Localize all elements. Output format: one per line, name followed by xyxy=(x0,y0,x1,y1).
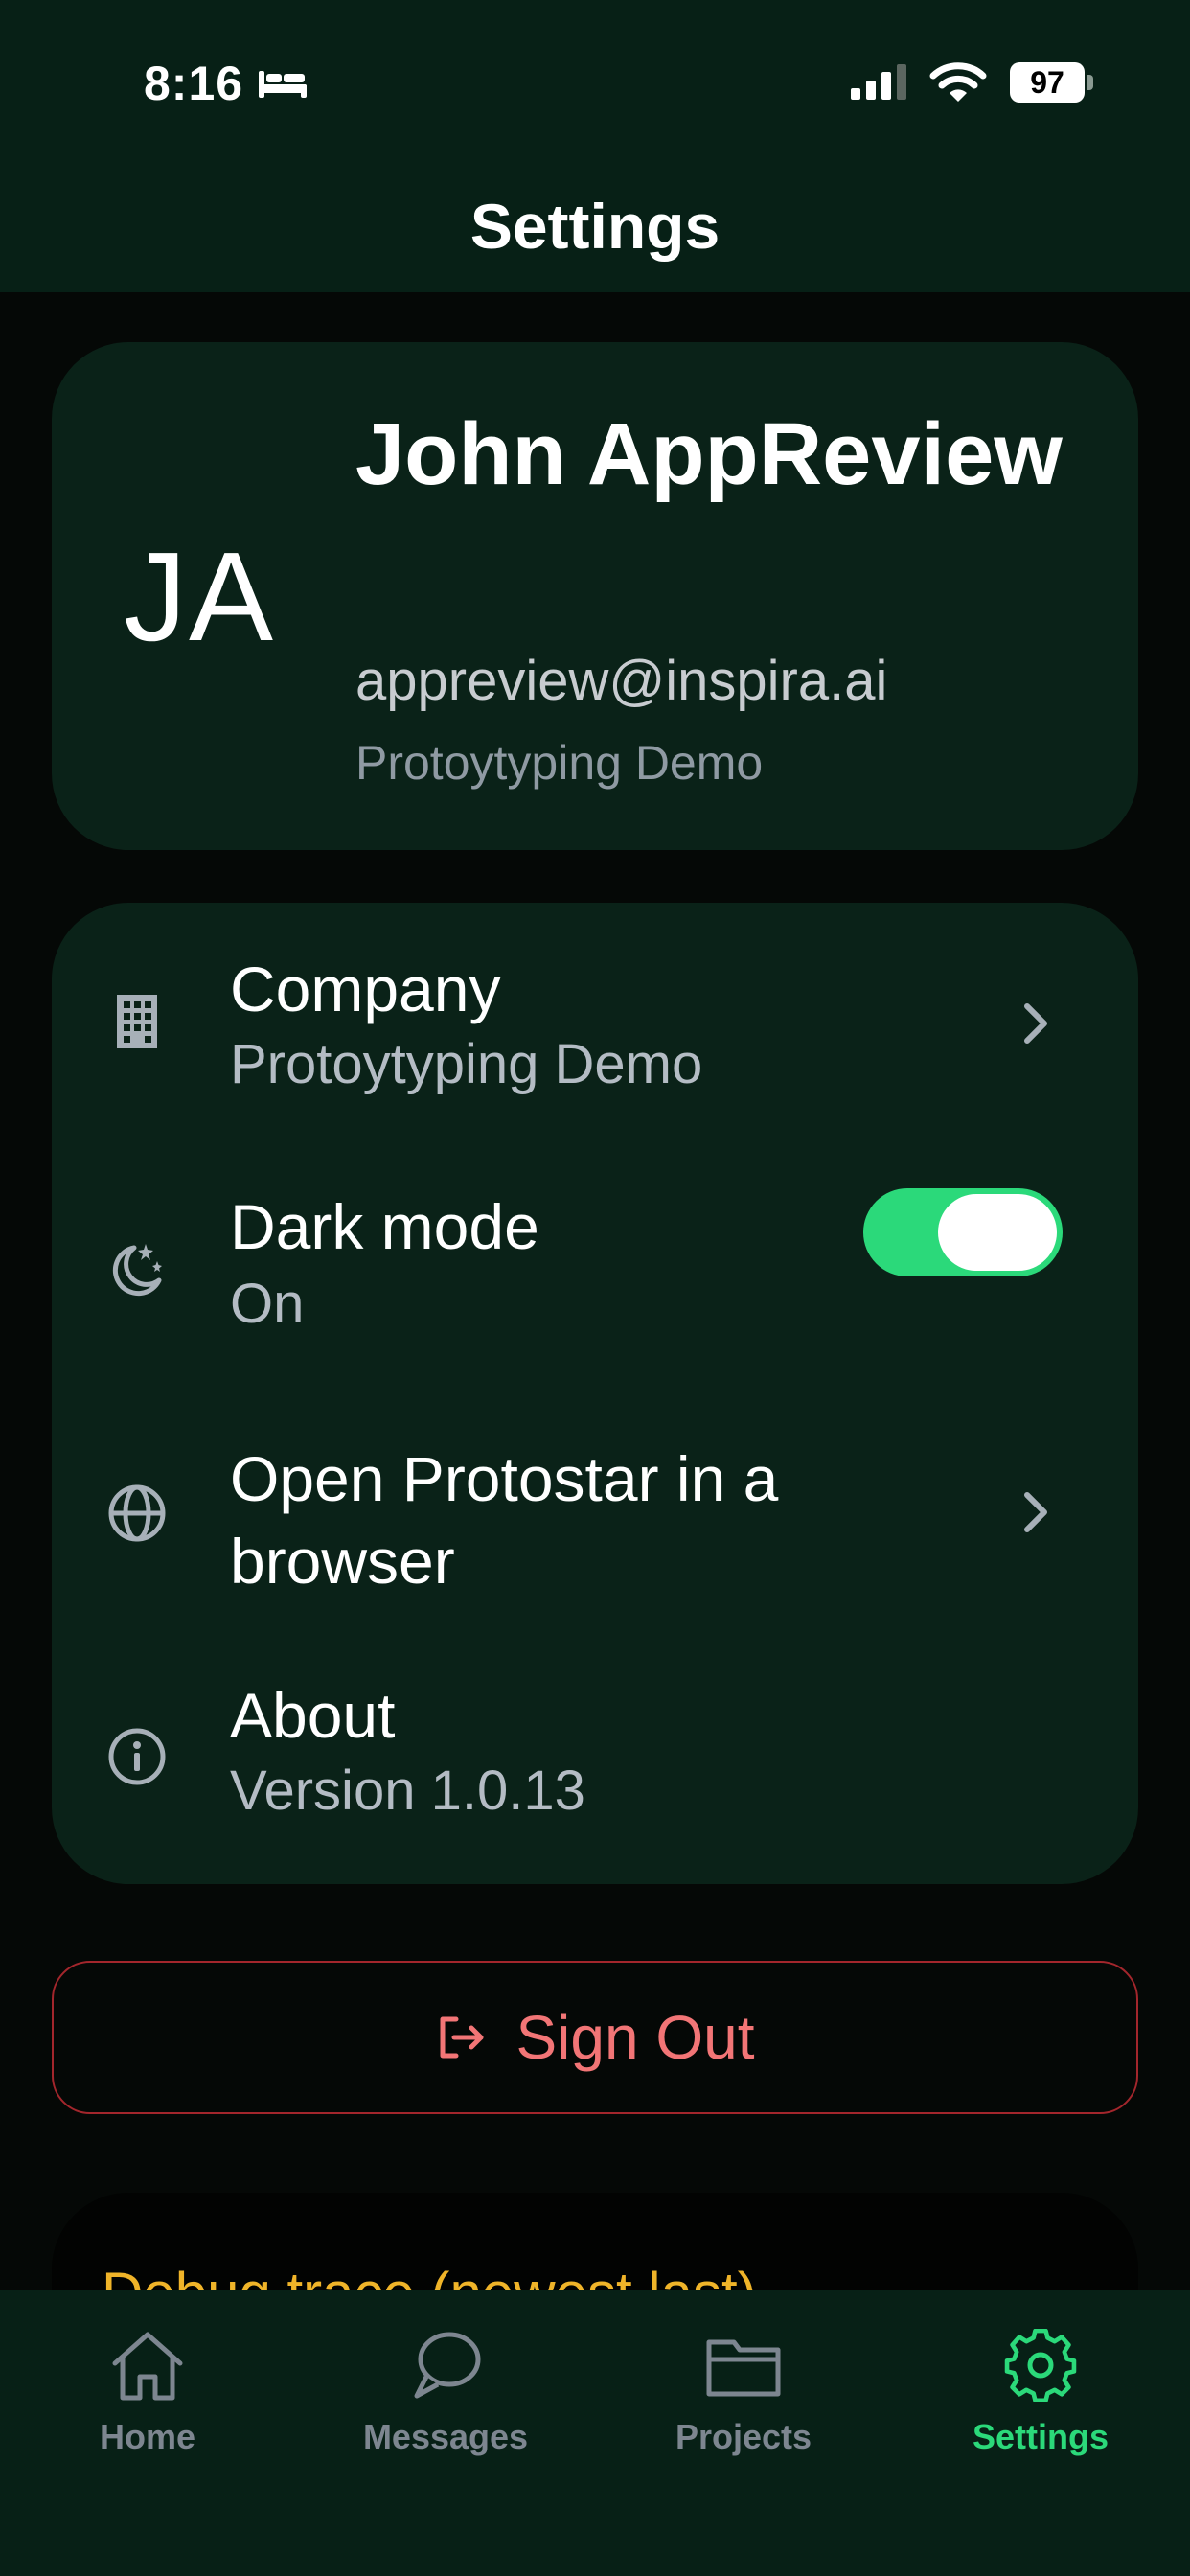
sign-out-label: Sign Out xyxy=(515,2003,755,2072)
tab-messages-label: Messages xyxy=(362,2417,529,2456)
status-time: 8:16 xyxy=(144,57,244,110)
moon-stars-icon xyxy=(107,1238,167,1298)
tab-settings-label: Settings xyxy=(972,2417,1109,2456)
battery-indicator: 97 xyxy=(1010,62,1093,103)
company-row[interactable]: Company Protoytyping Demo xyxy=(52,903,1138,1142)
dark-mode-toggle[interactable] xyxy=(863,1188,1063,1276)
tab-home[interactable]: Home xyxy=(42,2329,253,2457)
profile-card: JA John AppReview appreview@inspira.ai P… xyxy=(52,342,1138,850)
tab-home-label: Home xyxy=(99,2417,196,2456)
tab-projects[interactable]: Projects xyxy=(638,2329,849,2457)
profile-name: John AppReview xyxy=(355,405,1063,503)
about-label: About xyxy=(230,1680,396,1751)
home-icon xyxy=(112,2332,183,2401)
messages-icon xyxy=(414,2332,481,2399)
chevron-right-icon xyxy=(1024,1003,1047,1044)
page-title: Settings xyxy=(469,191,721,262)
dark-mode-value: On xyxy=(230,1273,305,1335)
settings-list: Company Protoytyping Demo Dark mode On O… xyxy=(52,903,1138,1884)
avatar-initials: JA xyxy=(124,526,276,667)
profile-organization: Protoytyping Demo xyxy=(355,736,764,790)
tab-messages[interactable]: Messages xyxy=(340,2329,551,2457)
tab-projects-label: Projects xyxy=(675,2417,812,2456)
open-browser-row[interactable]: Open Protostar in a browser xyxy=(52,1382,1138,1631)
globe-icon xyxy=(107,1484,167,1543)
tab-settings[interactable]: Settings xyxy=(935,2329,1146,2457)
status-indicators: 97 xyxy=(849,61,1093,104)
wifi-icon xyxy=(929,62,987,102)
about-row[interactable]: About Version 1.0.13 xyxy=(52,1631,1138,1884)
cellular-signal-icon xyxy=(851,64,906,100)
info-icon xyxy=(107,1727,167,1786)
navigation-header: Settings xyxy=(0,172,1190,292)
bed-icon xyxy=(259,71,308,98)
company-value: Protoytyping Demo xyxy=(230,1033,703,1095)
dark-mode-label: Dark mode xyxy=(230,1191,539,1262)
tab-bar: Home Messages Projects Settings xyxy=(0,2290,1190,2576)
open-browser-label: Open Protostar in a browser xyxy=(230,1443,779,1597)
profile-email: appreview@inspira.ai xyxy=(355,650,888,712)
about-version: Version 1.0.13 xyxy=(230,1760,585,1822)
toggle-knob xyxy=(938,1194,1057,1271)
company-label: Company xyxy=(230,954,501,1024)
building-icon xyxy=(107,991,167,1050)
folder-icon xyxy=(706,2339,781,2397)
status-bar: 8:16 97 xyxy=(0,0,1190,172)
status-time-group: 8:16 xyxy=(144,56,309,111)
sign-out-icon xyxy=(440,2016,484,2058)
chevron-right-icon xyxy=(1024,1492,1047,1532)
gear-icon xyxy=(1004,2329,1077,2402)
sign-out-button[interactable]: Sign Out xyxy=(52,1961,1138,2114)
battery-level: 97 xyxy=(1030,64,1064,100)
